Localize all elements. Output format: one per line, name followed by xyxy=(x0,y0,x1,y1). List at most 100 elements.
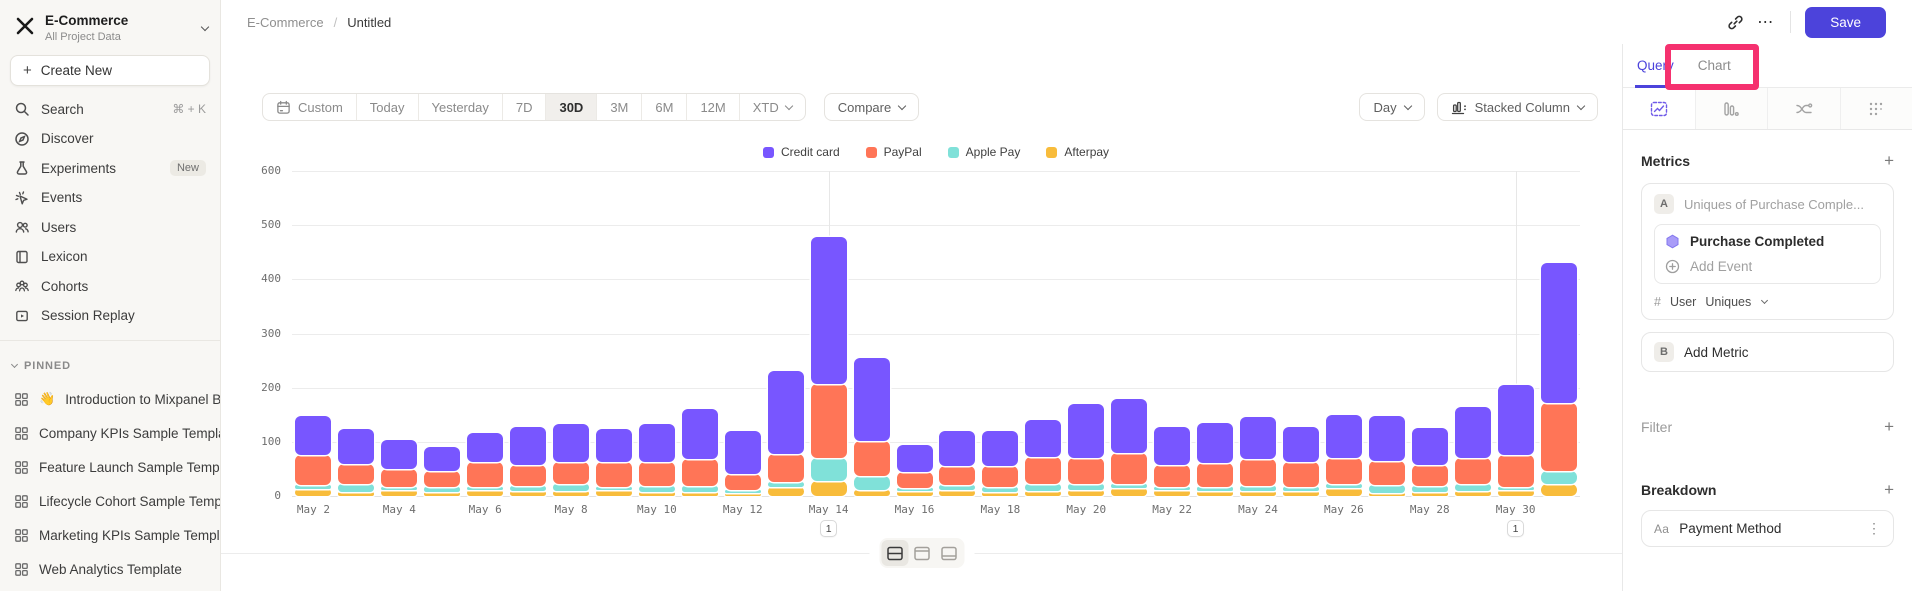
bar-segment[interactable] xyxy=(1455,458,1491,484)
bar-segment[interactable] xyxy=(1240,491,1276,496)
pinned-section-header[interactable]: PINNED xyxy=(0,351,220,382)
bar-segment[interactable] xyxy=(467,462,503,486)
compare-button[interactable]: Compare xyxy=(824,93,919,121)
bar-segment[interactable] xyxy=(982,431,1018,466)
bar-segment[interactable] xyxy=(725,474,761,490)
chart-plot[interactable] xyxy=(292,171,1580,496)
chart-type-dropdown[interactable]: Stacked Column xyxy=(1437,93,1598,121)
bar-segment[interactable] xyxy=(639,424,675,462)
bar-segment[interactable] xyxy=(596,462,632,487)
tab-retention[interactable] xyxy=(1841,88,1912,129)
bar-segment[interactable] xyxy=(1283,462,1319,486)
range-yesterday-button[interactable]: Yesterday xyxy=(418,94,502,120)
bar-segment[interactable] xyxy=(1197,491,1233,496)
pinned-item-lifecycle-cohort[interactable]: Lifecycle Cohort Sample Template xyxy=(0,484,220,518)
bar-segment[interactable] xyxy=(1369,493,1405,496)
save-button[interactable]: Save xyxy=(1805,7,1886,38)
bar-segment[interactable] xyxy=(725,493,761,496)
bar-segment[interactable] xyxy=(854,441,890,476)
bar-segment[interactable] xyxy=(467,433,503,463)
pinned-item-company-kpis[interactable]: Company KPIs Sample Template xyxy=(0,416,220,450)
layout-table-only-button[interactable] xyxy=(935,540,962,566)
bar-segment[interactable] xyxy=(553,462,589,484)
bar-segment[interactable] xyxy=(1197,463,1233,487)
sidebar-item-cohorts[interactable]: Cohorts xyxy=(0,271,220,301)
sidebar-item-session-replay[interactable]: Session Replay xyxy=(0,301,220,331)
kebab-menu-icon[interactable]: ⋮ xyxy=(1867,520,1881,537)
sidebar-item-users[interactable]: Users xyxy=(0,212,220,242)
sidebar-item-search[interactable]: Search ⌘ + K xyxy=(0,94,220,124)
annotation-count-badge[interactable]: 1 xyxy=(820,520,837,537)
bar-segment[interactable] xyxy=(1498,385,1534,455)
bar-segment[interactable] xyxy=(1240,486,1276,490)
bar-segment[interactable] xyxy=(1326,415,1362,458)
tab-flows[interactable] xyxy=(1768,88,1841,129)
event-row[interactable]: Purchase Completed xyxy=(1665,234,1870,249)
range-custom-button[interactable]: Custom xyxy=(263,94,356,120)
bar-segment[interactable] xyxy=(1498,490,1534,497)
bar-segment[interactable] xyxy=(682,459,718,486)
bar-segment[interactable] xyxy=(467,490,503,496)
bar-segment[interactable] xyxy=(381,469,417,486)
bar-segment[interactable] xyxy=(1283,487,1319,491)
bar-segment[interactable] xyxy=(768,487,804,496)
bar-segment[interactable] xyxy=(897,472,933,488)
bar-segment[interactable] xyxy=(295,489,331,496)
pinned-item-feature-launch[interactable]: Feature Launch Sample Template xyxy=(0,450,220,484)
bar-segment[interactable] xyxy=(1154,487,1190,490)
bar-segment[interactable] xyxy=(1541,263,1577,403)
bar-segment[interactable] xyxy=(1412,492,1448,496)
bar-segment[interactable] xyxy=(1283,491,1319,496)
bar-segment[interactable] xyxy=(939,431,975,466)
bar-segment[interactable] xyxy=(381,490,417,497)
bar-segment[interactable] xyxy=(1068,484,1104,489)
bar-segment[interactable] xyxy=(1068,404,1104,458)
bar-segment[interactable] xyxy=(811,481,847,496)
bar-segment[interactable] xyxy=(1412,428,1448,464)
bar-segment[interactable] xyxy=(424,487,460,491)
bar-segment[interactable] xyxy=(381,440,417,469)
bar-segment[interactable] xyxy=(424,492,460,496)
bar-segment[interactable] xyxy=(295,455,331,485)
bar-segment[interactable] xyxy=(338,429,374,464)
bar-segment[interactable] xyxy=(1197,487,1233,490)
breadcrumb-project[interactable]: E-Commerce xyxy=(247,15,324,30)
metric-summary-row[interactable]: A Uniques of Purchase Comple... xyxy=(1654,194,1881,214)
sidebar-item-events[interactable]: Events xyxy=(0,183,220,213)
range-30d-button[interactable]: 30D xyxy=(545,94,596,120)
bar-segment[interactable] xyxy=(982,487,1018,492)
legend-item[interactable]: Afterpay xyxy=(1046,145,1109,159)
sidebar-item-discover[interactable]: Discover xyxy=(0,124,220,154)
bar-segment[interactable] xyxy=(510,491,546,496)
bar-segment[interactable] xyxy=(768,482,804,487)
bar-segment[interactable] xyxy=(982,466,1018,487)
bar-segment[interactable] xyxy=(811,237,847,384)
bar-segment[interactable] xyxy=(1326,484,1362,488)
bar-segment[interactable] xyxy=(596,487,632,490)
pinned-item-web-analytics[interactable]: Web Analytics Template xyxy=(0,552,220,586)
bar-segment[interactable] xyxy=(811,458,847,481)
bar-segment[interactable] xyxy=(1111,399,1147,453)
bar-segment[interactable] xyxy=(338,492,374,496)
bar-segment[interactable] xyxy=(639,492,675,496)
range-today-button[interactable]: Today xyxy=(356,94,418,120)
bar-segment[interactable] xyxy=(1541,471,1577,485)
bar-segment[interactable] xyxy=(510,465,546,486)
bar-segment[interactable] xyxy=(982,492,1018,496)
tab-insights[interactable] xyxy=(1623,88,1696,129)
pinned-item-intro-board[interactable]: 👋 Introduction to Mixpanel Board xyxy=(0,382,220,416)
add-breakdown-plus-button[interactable]: + xyxy=(1884,481,1894,498)
bar-segment[interactable] xyxy=(1240,459,1276,486)
bar-segment[interactable] xyxy=(682,409,718,459)
bar-segment[interactable] xyxy=(897,488,933,491)
bar-segment[interactable] xyxy=(1455,407,1491,458)
tab-chart[interactable]: Chart xyxy=(1698,44,1731,87)
bar-segment[interactable] xyxy=(1111,484,1147,488)
bar-segment[interactable] xyxy=(1498,455,1534,486)
range-7d-button[interactable]: 7D xyxy=(502,94,546,120)
bar-segment[interactable] xyxy=(510,486,546,491)
bar-segment[interactable] xyxy=(939,490,975,496)
bar-segment[interactable] xyxy=(682,486,718,491)
range-12m-button[interactable]: 12M xyxy=(686,94,738,120)
add-metric-plus-button[interactable]: + xyxy=(1884,152,1894,169)
